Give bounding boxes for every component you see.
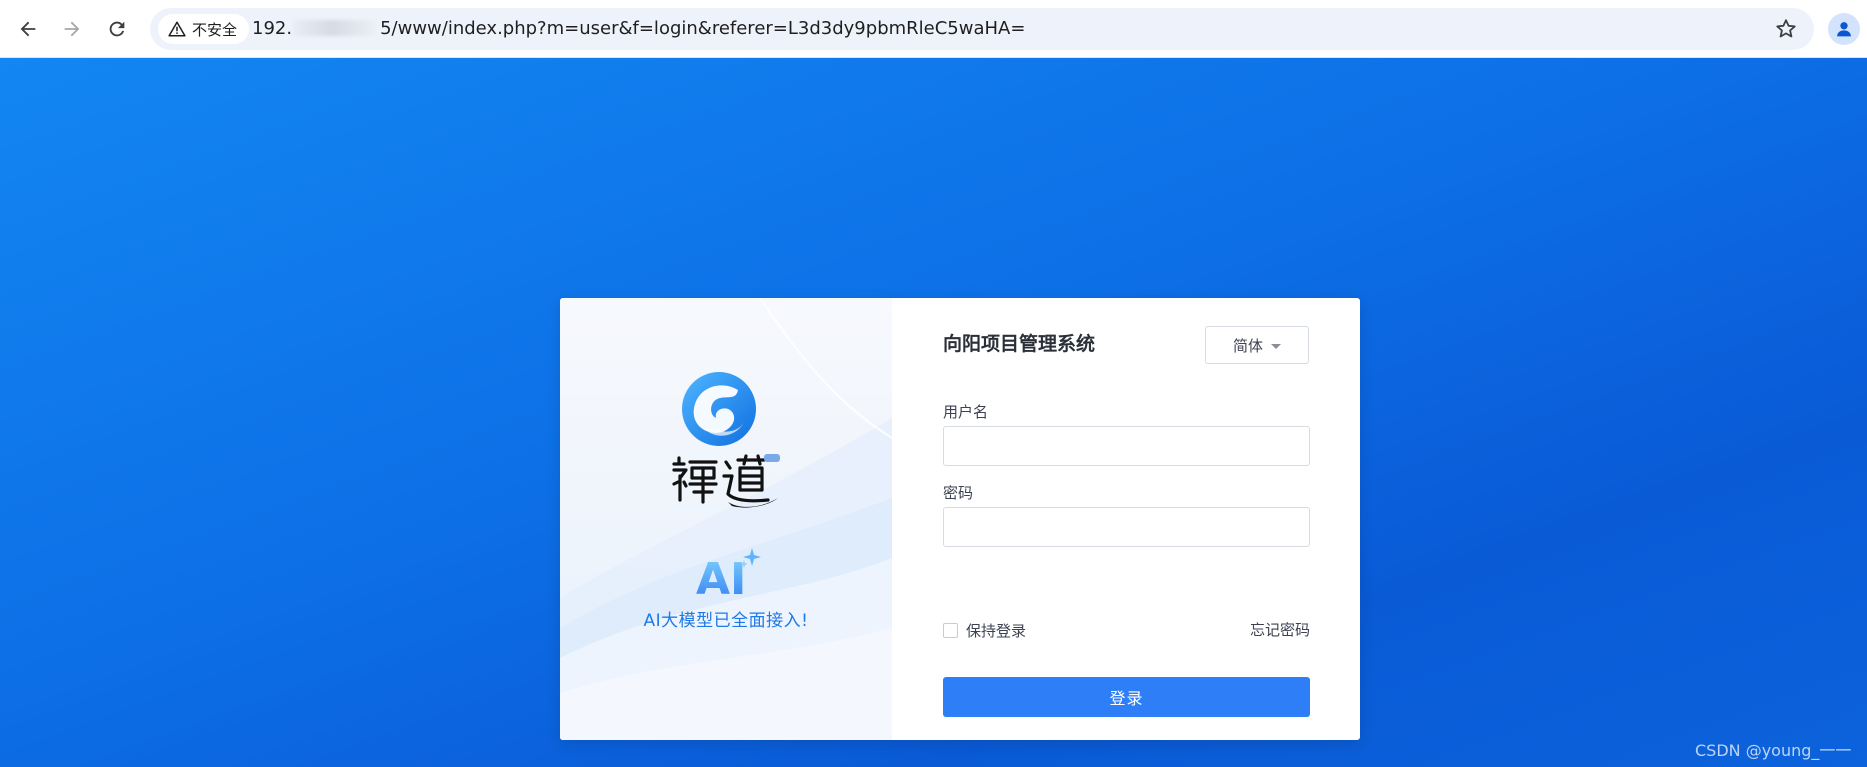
password-input[interactable] — [943, 507, 1310, 547]
profile-icon — [1837, 22, 1851, 37]
language-value: 简体 — [1232, 336, 1263, 355]
forward-arrow-icon — [64, 21, 80, 37]
brand-panel: AI AI大模型已全面接入! — [560, 298, 892, 740]
remember-checkbox[interactable] — [943, 622, 958, 638]
ai-slogan: AI大模型已全面接入! — [643, 611, 809, 631]
redacted-address — [293, 20, 380, 36]
zentao-logo-icon — [682, 372, 756, 446]
wave-decoration — [560, 298, 892, 740]
ai-badge-logo: AI — [696, 548, 761, 602]
remember-label: 保持登录 — [966, 621, 1027, 640]
username-label: 用户名 — [943, 403, 989, 421]
browser-toolbar: 不安全 192. 5/www/index.php?m=user&f=login&r… — [0, 0, 1867, 58]
remember-login[interactable]: 保持登录 — [943, 620, 1026, 640]
watermark: CSDN @young_一一 — [1695, 741, 1852, 760]
reload-button[interactable] — [99, 11, 135, 47]
zentao-wordmark-logo — [672, 454, 780, 508]
security-indicator[interactable]: 不安全 — [158, 14, 250, 44]
security-label: 不安全 — [192, 20, 238, 39]
ai-badge-text: AI — [696, 554, 746, 602]
url-prefix: 192. — [252, 18, 293, 39]
back-arrow-icon — [20, 21, 36, 37]
warning-triangle-icon — [168, 21, 186, 37]
address-bar[interactable]: 不安全 192. 5/www/index.php?m=user&f=login&r… — [150, 8, 1814, 50]
login-button[interactable]: 登录 — [943, 677, 1310, 717]
reload-icon — [109, 21, 125, 37]
login-form: 向阳项目管理系统 简体 用户名 密码 保持登录 忘记密码 登录 — [892, 298, 1360, 740]
language-select[interactable]: 简体 — [1205, 326, 1309, 364]
forward-button[interactable] — [54, 11, 90, 47]
url-text[interactable]: 192. 5/www/index.php?m=user&f=login&refer… — [252, 8, 1025, 50]
system-title: 向阳项目管理系统 — [943, 333, 1096, 355]
login-card: AI AI大模型已全面接入! 向阳项目管理系统 简体 用户名 密码 保持登录 忘… — [560, 298, 1360, 740]
star-icon[interactable] — [1774, 17, 1798, 41]
caret-down-icon — [1271, 343, 1281, 349]
profile-button[interactable] — [1828, 13, 1860, 45]
username-input[interactable] — [943, 426, 1310, 466]
back-button[interactable] — [10, 11, 46, 47]
page-background: AI AI大模型已全面接入! 向阳项目管理系统 简体 用户名 密码 保持登录 忘… — [0, 58, 1867, 767]
forgot-password-link[interactable]: 忘记密码 — [1250, 620, 1310, 640]
url-suffix: 5/www/index.php?m=user&f=login&referer=L… — [380, 18, 1026, 39]
password-label: 密码 — [943, 484, 974, 502]
